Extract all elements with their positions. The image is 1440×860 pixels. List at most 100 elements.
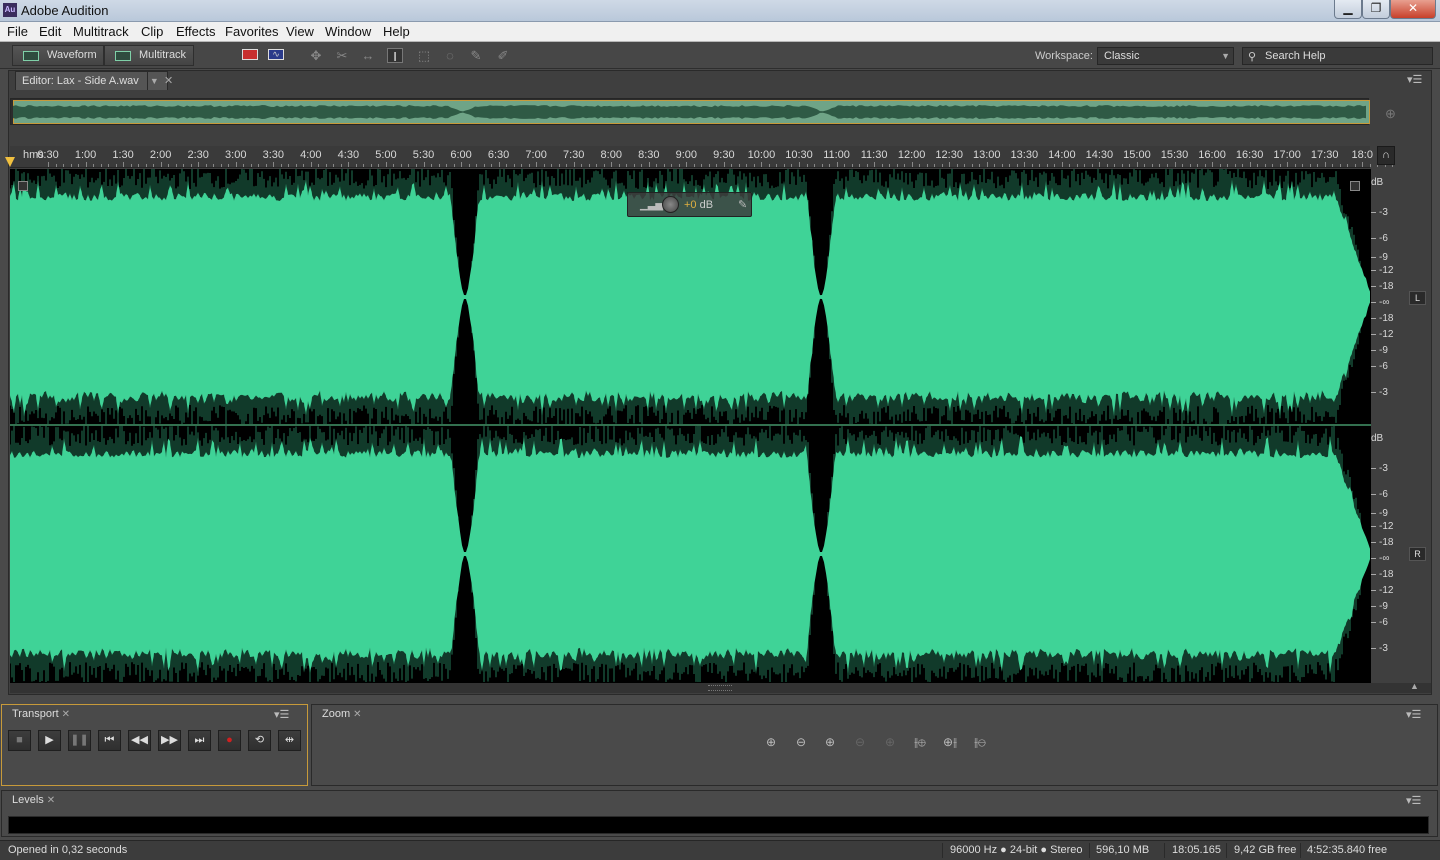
scroll-up-icon[interactable]: ▲ <box>1410 681 1419 691</box>
ruler-minor-tick <box>483 164 485 167</box>
ruler-minor-tick <box>971 164 973 167</box>
amplitude-hud[interactable]: ▁▃▅ +0 dB ✎ <box>627 192 752 217</box>
ruler-minor-tick <box>1264 164 1266 167</box>
skip-selection-button[interactable]: ⇹ <box>278 730 301 751</box>
menu-multitrack[interactable]: Multitrack <box>73 24 129 39</box>
menu-view[interactable]: View <box>286 24 314 39</box>
panel-menu-icon[interactable]: ▾☰ <box>274 708 289 721</box>
zoom-in-right-icon[interactable]: ⊕⫲ <box>939 734 961 750</box>
ruler-tick-mark <box>836 162 838 167</box>
zoom-out-amplitude-icon[interactable]: ⊖ <box>790 734 812 750</box>
close-icon[interactable]: ✕ <box>47 795 55 806</box>
spectral-pitch-icon[interactable]: ∿ <box>268 49 284 60</box>
menu-help[interactable]: Help <box>383 24 410 39</box>
hud-db-unit: dB <box>699 199 714 211</box>
file-dropdown-icon[interactable]: ▼ <box>146 72 161 90</box>
play-button[interactable]: ▶ <box>38 730 61 751</box>
pause-button[interactable]: ❚❚ <box>68 730 91 751</box>
record-button[interactable]: ● <box>218 730 241 751</box>
levels-tab[interactable]: Levels ✕ <box>8 792 60 810</box>
db-scale-text: -18 <box>1379 313 1394 324</box>
ruler-tick-mark <box>1061 162 1063 167</box>
ruler-minor-tick <box>1234 164 1236 167</box>
go-to-end-button[interactable]: ⏭ <box>188 730 211 751</box>
menu-effects[interactable]: Effects <box>176 24 216 39</box>
fade-out-handle[interactable] <box>1350 181 1360 191</box>
ruler-tick-mark <box>761 162 763 167</box>
zoom-in-left-icon[interactable]: ⫲⊕ <box>909 734 931 750</box>
brush-tool-icon[interactable]: ✎ <box>468 48 484 63</box>
playhead-marker[interactable] <box>5 157 15 167</box>
marquee-tool-icon[interactable]: ⬚ <box>416 48 432 63</box>
horizontal-scrollbar[interactable]: ▲ <box>10 681 1431 693</box>
ruler-minor-tick <box>1317 164 1319 167</box>
zoom-selection-icon[interactable]: ⊕ <box>879 734 901 750</box>
spectral-frequency-icon[interactable] <box>242 49 258 60</box>
zoom-in-time-icon[interactable]: ⊕ <box>819 734 841 750</box>
db-scale-text: -6 <box>1379 489 1388 500</box>
fast-forward-button[interactable]: ▶▶ <box>158 730 181 751</box>
menu-bar: File Edit Multitrack Clip Effects Favori… <box>0 22 1440 42</box>
ruler-minor-tick <box>671 164 673 167</box>
search-help-input[interactable]: ⚲ Search Help <box>1242 47 1433 65</box>
transport-tab[interactable]: Transport ✕ <box>8 706 75 724</box>
pin-icon[interactable]: ✎ <box>738 198 747 211</box>
ruler-minor-tick <box>168 164 170 167</box>
spot-healing-tool-icon[interactable]: ✐ <box>495 48 511 63</box>
snap-toggle-icon[interactable]: ∩ <box>1377 146 1395 165</box>
channel-right[interactable] <box>10 426 1371 682</box>
zoom-out-both-icon[interactable]: ⫲⊖ <box>969 734 991 750</box>
db-scale-label: -12 <box>1371 521 1393 532</box>
stop-button[interactable]: ■ <box>8 730 31 751</box>
menu-window[interactable]: Window <box>325 24 371 39</box>
menu-edit[interactable]: Edit <box>39 24 61 39</box>
maximize-button[interactable]: ❐ <box>1362 0 1390 19</box>
left-channel-toggle[interactable]: L <box>1409 291 1426 305</box>
panel-menu-icon[interactable]: ▾☰ <box>1406 708 1421 721</box>
lasso-tool-icon[interactable]: ◌ <box>442 48 458 63</box>
volume-knob[interactable] <box>662 196 679 213</box>
ruler-minor-tick <box>716 164 718 167</box>
right-channel-toggle[interactable]: R <box>1409 547 1426 561</box>
editor-tab[interactable]: Editor: Lax - Side A.wav ▼ <box>15 71 168 90</box>
multitrack-view-button[interactable]: Multitrack <box>104 45 194 66</box>
zoom-out-full-icon[interactable]: ⊖ <box>849 734 871 750</box>
panel-menu-icon[interactable]: ▾☰ <box>1407 73 1422 86</box>
zoom-navigator-icon[interactable]: ⊕ <box>1385 106 1396 122</box>
move-tool-icon[interactable]: ✥ <box>308 48 324 63</box>
overview-navigator[interactable] <box>10 98 1370 125</box>
ruler-minor-tick <box>551 164 553 167</box>
menu-clip[interactable]: Clip <box>141 24 163 39</box>
waveform-view-button[interactable]: Waveform <box>12 45 104 66</box>
ruler-minor-tick <box>63 164 65 167</box>
waveform-display[interactable] <box>10 169 1371 683</box>
zoom-tab[interactable]: Zoom ✕ <box>318 706 366 724</box>
close-tab-icon[interactable]: ✕ <box>164 74 173 87</box>
razor-tool-icon[interactable]: ✂ <box>334 48 350 63</box>
ruler-tick-label: 3:30 <box>262 149 285 161</box>
zoom-in-amplitude-icon[interactable]: ⊕ <box>760 734 782 750</box>
go-to-start-button[interactable]: ⏮ <box>98 730 121 751</box>
db-tick-mark <box>1371 493 1376 495</box>
time-ruler[interactable]: hms 0:30 1:00 1:30 2:00 2:30 3:00 3:30 4:00 4:30… <box>5 146 1394 168</box>
overview-waveform-body <box>13 105 1366 119</box>
close-window-button[interactable]: ✕ <box>1390 0 1436 19</box>
minimize-button[interactable]: ▁ <box>1334 0 1362 19</box>
rewind-button[interactable]: ◀◀ <box>128 730 151 751</box>
ruler-minor-tick <box>1001 164 1003 167</box>
menu-file[interactable]: File <box>7 24 28 39</box>
loop-button[interactable]: ⟲ <box>248 730 271 751</box>
close-icon[interactable]: ✕ <box>62 709 70 720</box>
ruler-minor-tick <box>333 164 335 167</box>
ruler-tick-mark <box>686 162 688 167</box>
level-meter <box>8 816 1429 834</box>
scroll-grip[interactable] <box>708 685 732 691</box>
menu-favorites[interactable]: Favorites <box>225 24 278 39</box>
panel-menu-icon[interactable]: ▾☰ <box>1406 794 1421 807</box>
slip-tool-icon[interactable]: ↔ <box>360 48 376 63</box>
ruler-tick-label: 11:00 <box>823 149 850 161</box>
fade-in-handle[interactable] <box>18 181 28 191</box>
time-selection-tool-icon[interactable]: I <box>387 48 403 64</box>
close-icon[interactable]: ✕ <box>353 709 361 720</box>
workspace-select[interactable]: Classic ▼ <box>1097 47 1234 65</box>
